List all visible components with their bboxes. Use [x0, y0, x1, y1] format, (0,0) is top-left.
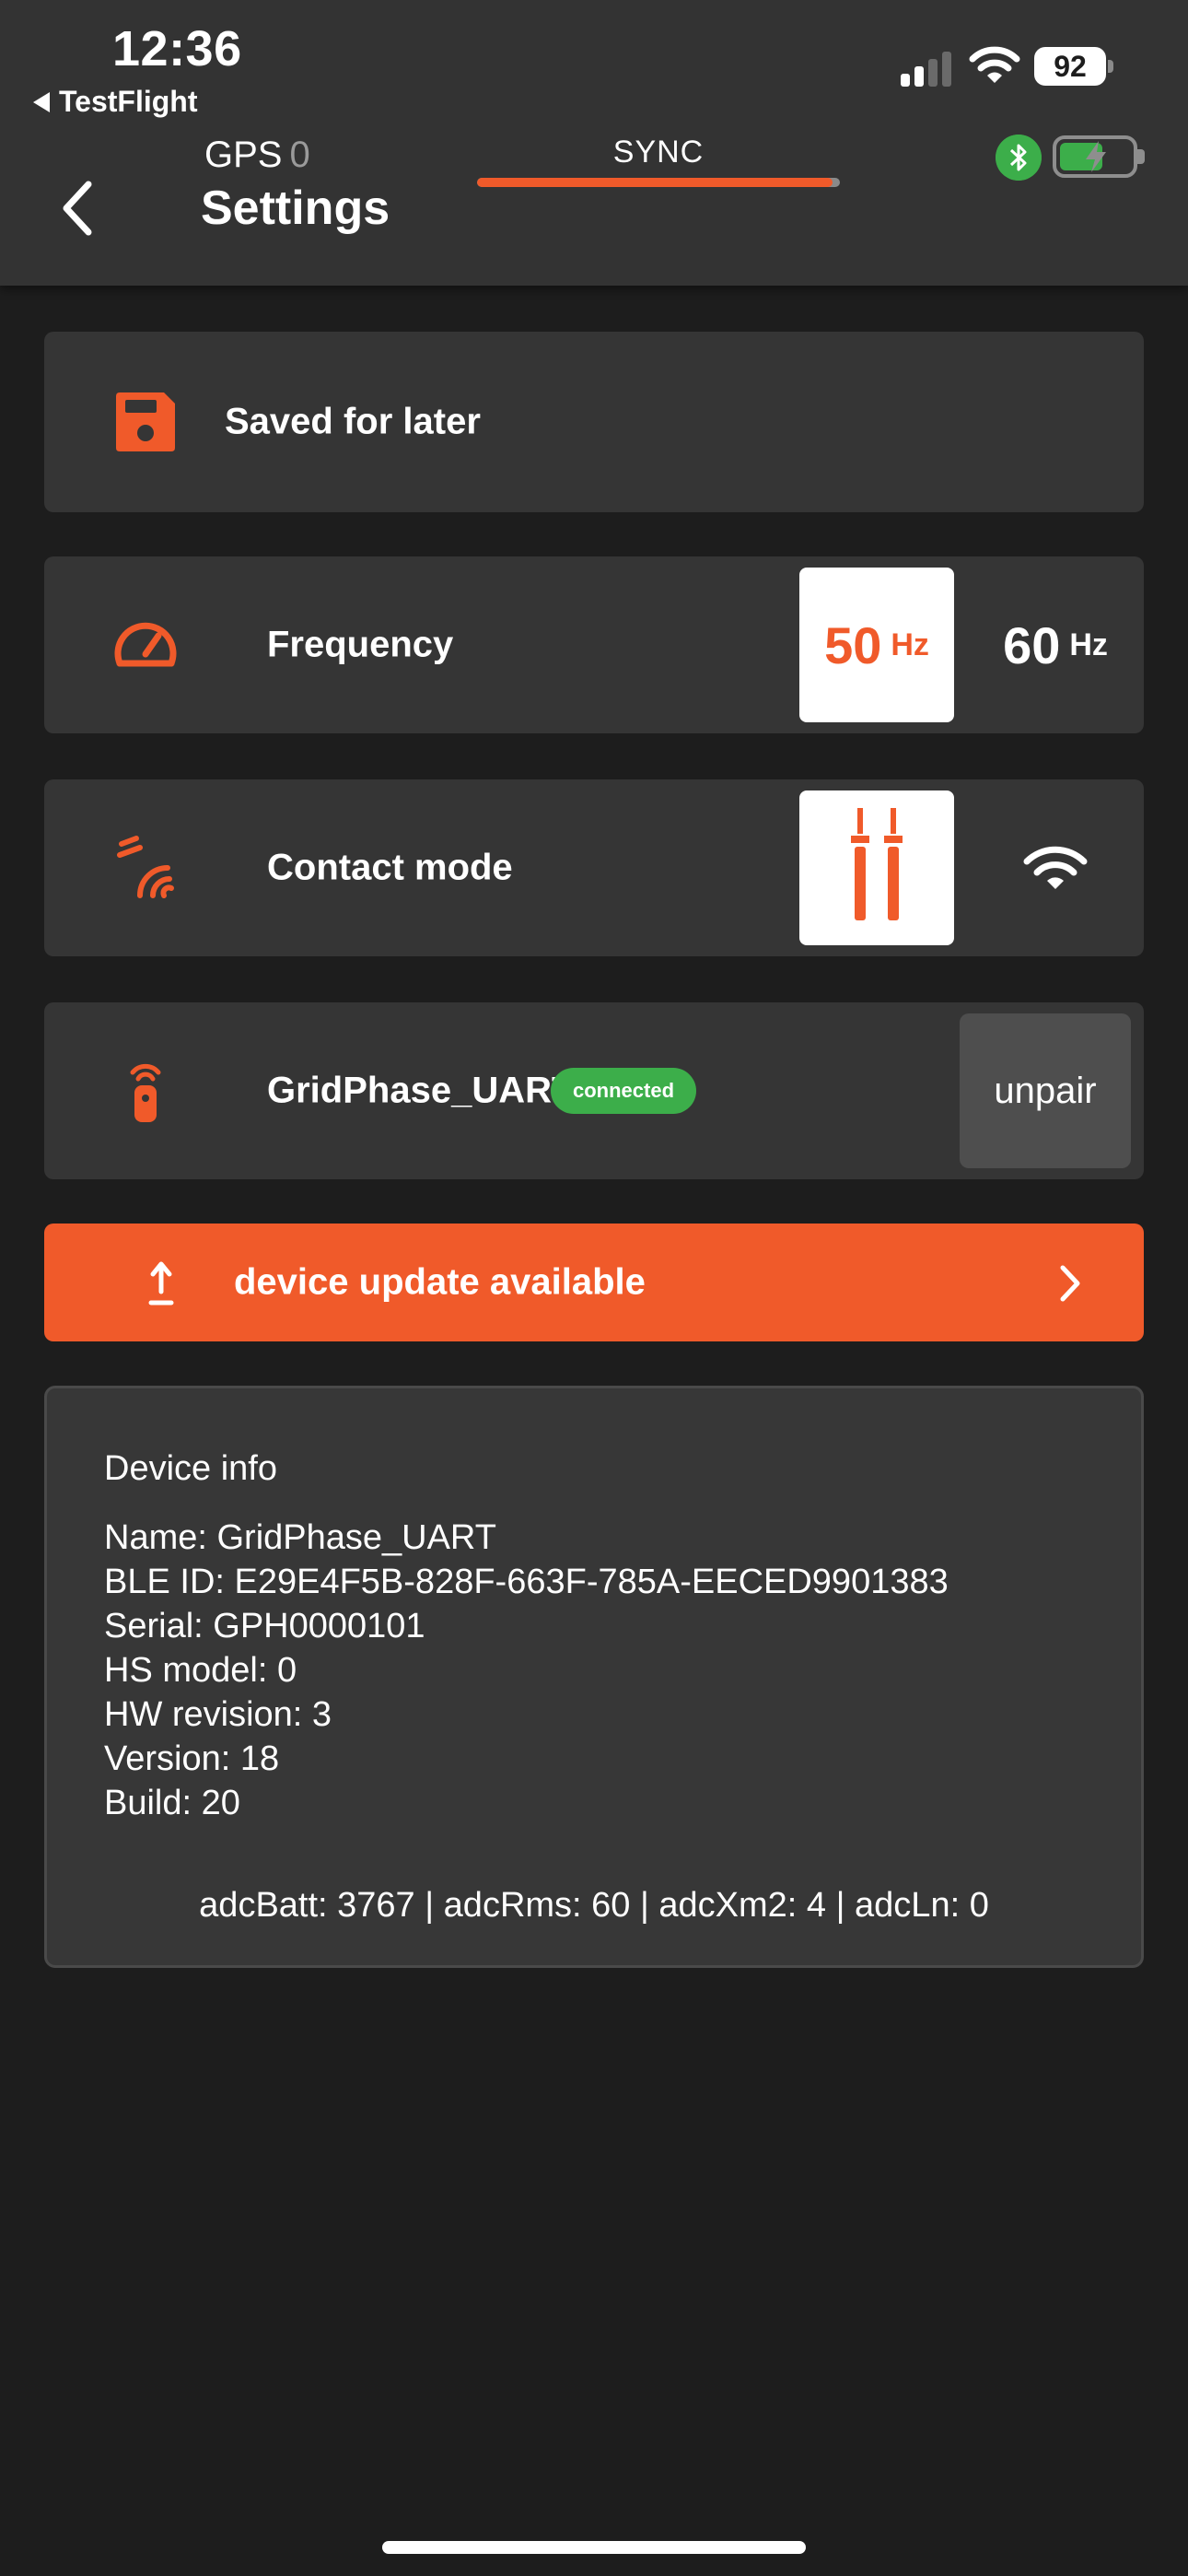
- frequency-option-unit: Hz: [891, 626, 929, 662]
- signal-bar: [914, 66, 924, 87]
- saved-label: Saved for later: [225, 401, 481, 442]
- info-line-build: Build: 20: [104, 1784, 240, 1822]
- info-line-ble-id: BLE ID: E29E4F5B-828F-663F-785A-EECED990…: [104, 1563, 949, 1601]
- update-label: device update available: [234, 1261, 646, 1303]
- wireless-icon: [1023, 846, 1088, 889]
- frequency-row: Frequency 50 Hz 60 Hz: [44, 556, 1144, 733]
- battery-percent: 92: [1034, 47, 1106, 86]
- sync-indicator: SYNC: [477, 135, 840, 187]
- charging-bolt-icon: [1086, 141, 1106, 172]
- frequency-option-value: 60: [1003, 615, 1061, 674]
- gps-label: GPS: [204, 135, 283, 175]
- probes-icon: [851, 808, 903, 920]
- info-line-version: Version: 18: [104, 1739, 280, 1778]
- contact-mode-row: Contact mode: [44, 779, 1144, 956]
- chevron-right-icon: [1060, 1265, 1080, 1302]
- info-line-hw-revision: HW revision: 3: [104, 1695, 332, 1734]
- info-line-name: Name: GridPhase_UART: [104, 1518, 496, 1557]
- info-line-hs-model: HS model: 0: [104, 1651, 297, 1690]
- upload-arrow-icon: [148, 1261, 174, 1306]
- device-name: GridPhase_UART: [267, 1070, 575, 1111]
- info-line-serial: Serial: GPH0000101: [104, 1607, 425, 1645]
- connection-status-badge: connected: [551, 1068, 697, 1114]
- cellular-signal-icon: [901, 52, 956, 87]
- floppy-disk-icon: [116, 392, 175, 451]
- battery-nub: [1108, 60, 1113, 73]
- bluetooth-icon: [996, 135, 1042, 181]
- page-title: Settings: [201, 181, 390, 235]
- home-indicator[interactable]: [382, 2541, 806, 2554]
- frequency-60hz-option[interactable]: 60 Hz: [974, 568, 1136, 722]
- frequency-50hz-option[interactable]: 50 Hz: [799, 568, 954, 722]
- sync-label: SYNC: [612, 135, 705, 170]
- gps-value: 0: [289, 135, 310, 175]
- signal-bar: [901, 74, 910, 87]
- unpair-button[interactable]: unpair: [960, 1013, 1131, 1168]
- contact-waves-icon: [117, 836, 174, 898]
- gauge-icon: [114, 622, 177, 667]
- device-info-title: Device info: [104, 1449, 277, 1488]
- device-info-panel: Device info Name: GridPhase_UART BLE ID:…: [44, 1386, 1144, 1968]
- signal-bar: [928, 59, 938, 87]
- device-battery-icon: [1053, 135, 1145, 179]
- contact-mode-label: Contact mode: [267, 847, 513, 888]
- signal-bar: [942, 52, 951, 87]
- paired-device-row: GridPhase_UART connected unpair: [44, 1002, 1144, 1179]
- back-app-label: TestFlight: [59, 85, 198, 118]
- device-battery-nub: [1137, 149, 1145, 164]
- sync-progress-track: [477, 178, 840, 187]
- contact-probes-option[interactable]: [799, 790, 954, 945]
- device-battery-shell: [1053, 135, 1137, 178]
- back-triangle-icon: [33, 91, 50, 112]
- sync-progress-fill: [477, 178, 833, 187]
- frequency-option-value: 50: [824, 615, 882, 674]
- saved-for-later-row[interactable]: Saved for later: [44, 332, 1144, 512]
- gps-indicator: GPS 0: [204, 135, 310, 176]
- device-info-lines: Name: GridPhase_UART BLE ID: E29E4F5B-82…: [104, 1516, 949, 1825]
- contact-wireless-option[interactable]: [974, 790, 1136, 945]
- back-to-app-link[interactable]: TestFlight: [33, 85, 198, 119]
- adc-readings: adcBatt: 3767 | adcRms: 60 | adcXm2: 4 |…: [199, 1886, 989, 1925]
- frequency-label: Frequency: [267, 624, 454, 665]
- status-time: 12:36: [112, 21, 242, 76]
- remote-sensor-icon: [130, 1063, 161, 1122]
- phone-battery-icon: 92: [1034, 46, 1113, 87]
- device-update-banner[interactable]: device update available: [44, 1224, 1144, 1341]
- back-chevron-icon[interactable]: [59, 179, 96, 238]
- frequency-option-unit: Hz: [1069, 626, 1108, 662]
- wifi-status-icon: [969, 46, 1020, 83]
- app-header: 12:36 TestFlight 92 GPS 0 SYNC Settings: [0, 0, 1188, 286]
